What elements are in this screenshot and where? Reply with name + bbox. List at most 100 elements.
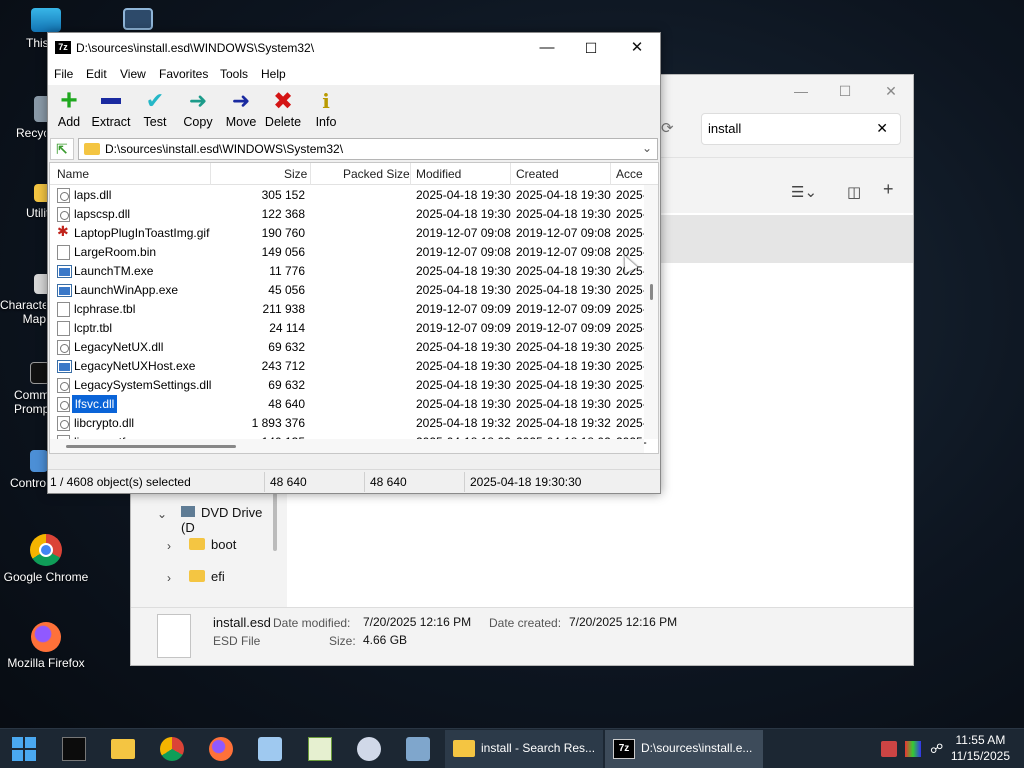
size-label: Size: — [329, 634, 356, 648]
7zip-logo-icon: 7z — [55, 41, 71, 54]
start-windows-icon[interactable] — [12, 737, 36, 761]
menu-view[interactable]: View — [120, 67, 146, 81]
copy-button[interactable]: ➜ Copy — [175, 87, 221, 129]
file-size: 48 640 — [268, 397, 305, 411]
file-row[interactable]: LargeRoom.bin 149 056 2019-12-07 09:08 2019… — [50, 243, 647, 262]
column-created[interactable]: Created — [516, 167, 559, 181]
close-button[interactable]: ✕ — [881, 81, 901, 101]
size-value: 4.66 GB — [363, 633, 408, 647]
file-row[interactable]: lfsvc.dll 48 640 2025-04-18 19:30 2025-04-1… — [50, 395, 647, 414]
tray-network-icon[interactable]: ☍ — [930, 741, 946, 757]
view-options-icon[interactable]: ☰⌄ — [791, 183, 817, 201]
clock[interactable]: 11:55 AM 11/15/2025 — [951, 732, 1010, 764]
expand-arrow-icon[interactable]: ⌄ — [157, 507, 167, 521]
search-input[interactable]: install ✕ — [701, 113, 901, 145]
7zip-window[interactable]: 7z D:\sources\install.esd\WINDOWS\System… — [47, 32, 661, 494]
up-folder-icon[interactable]: ⇱ — [50, 138, 74, 160]
file-size: 190 760 — [261, 226, 305, 240]
menu-edit[interactable]: Edit — [86, 67, 107, 81]
paint-icon[interactable] — [357, 737, 381, 761]
taskbar-app-7zip[interactable]: 7z D:\sources\install.e... — [605, 730, 763, 768]
file-row[interactable]: LegacySystemSettings.dll 69 632 2025-04-18… — [50, 376, 647, 395]
desktop-icon-label: Mozilla Firefox — [7, 656, 85, 670]
notebook-icon[interactable] — [258, 737, 282, 761]
info-button[interactable]: i Info — [303, 87, 349, 129]
menu-bar: File Edit View Favorites Tools Help — [48, 63, 660, 85]
minimize-button[interactable]: — — [532, 37, 562, 59]
file-modified: 2019-12-07 09:09 — [416, 302, 511, 316]
taskbar-app-explorer[interactable]: install - Search Res... — [445, 730, 603, 768]
file-created: 2019-12-07 09:09 — [516, 321, 611, 335]
refresh-icon[interactable]: ⟳ — [661, 119, 674, 137]
details-pane-icon[interactable]: ◫ — [847, 183, 861, 201]
collapse-arrow-icon[interactable]: › — [167, 539, 171, 553]
column-packed-size[interactable]: Packed Size — [343, 167, 410, 181]
spreadsheet-icon[interactable] — [308, 737, 332, 761]
folder-icon — [189, 538, 205, 550]
desktop-icon-firefox[interactable]: Mozilla Firefox — [0, 622, 92, 670]
chrome-icon[interactable] — [160, 737, 184, 761]
tray-app-icon[interactable] — [881, 741, 897, 757]
file-created: 2025-04-18 19:30 — [516, 264, 611, 278]
clear-search-icon[interactable]: ✕ — [876, 120, 888, 137]
nav-item-dvd-drive[interactable]: DVD Drive (D — [181, 505, 271, 535]
move-button[interactable]: ➜ Move — [218, 87, 264, 129]
file-row[interactable]: libcrypto.dll 1 893 376 2025-04-18 19:32 20… — [50, 414, 647, 433]
collapse-arrow-icon[interactable]: › — [167, 571, 171, 585]
file-size: 122 368 — [261, 207, 305, 221]
nav-item-boot[interactable]: boot — [189, 537, 236, 552]
file-row[interactable]: lapscsp.dll 122 368 2025-04-18 19:30 2025-0… — [50, 205, 647, 224]
new-icon[interactable]: + — [883, 179, 894, 200]
vertical-scrollbar[interactable] — [644, 185, 658, 439]
file-list[interactable]: Name Size Packed Size Modified Created A… — [49, 162, 659, 454]
calculator-icon[interactable] — [406, 737, 430, 761]
navigation-pane[interactable]: ⌄ DVD Drive (D › boot › efi — [131, 493, 271, 611]
file-size: 69 632 — [268, 378, 305, 392]
menu-favorites[interactable]: Favorites — [159, 67, 208, 81]
close-button[interactable]: ✕ — [622, 37, 652, 59]
file-row[interactable]: LegacyNetUX.dll 69 632 2025-04-18 19:30 202… — [50, 338, 647, 357]
address-input[interactable]: D:\sources\install.esd\WINDOWS\System32\… — [78, 138, 658, 160]
file-row[interactable]: LegacyNetUXHost.exe 243 712 2025-04-18 19:… — [50, 357, 647, 376]
file-row[interactable]: lcphrase.tbl 211 938 2019-12-07 09:09 2019-… — [50, 300, 647, 319]
extract-button[interactable]: Extract — [88, 87, 134, 129]
menu-help[interactable]: Help — [261, 67, 286, 81]
terminal-icon[interactable] — [62, 737, 86, 761]
delete-button[interactable]: ✖ Delete — [260, 87, 306, 130]
file-created: 2025-04-18 19:30 — [516, 340, 611, 354]
file-row[interactable]: ✱ LaptopPlugInToastImg.gif 190 760 2019-12-… — [50, 224, 647, 243]
menu-file[interactable]: File — [54, 67, 73, 81]
scroll-thumb[interactable] — [66, 445, 236, 448]
dll-file-icon — [57, 188, 70, 203]
add-button[interactable]: + Add — [46, 86, 92, 130]
monitor-icon — [31, 8, 61, 32]
column-size[interactable]: Size — [284, 167, 307, 181]
desktop-icon-chrome[interactable]: Google Chrome — [0, 534, 92, 584]
scroll-thumb[interactable] — [650, 284, 653, 300]
nav-item-efi[interactable]: efi — [189, 569, 225, 584]
file-row[interactable]: laps.dll 305 152 2025-04-18 19:30 2025-04-1… — [50, 186, 647, 205]
column-accessed[interactable]: Acce — [616, 167, 643, 181]
test-button[interactable]: ✔ Test — [132, 87, 178, 129]
maximize-button[interactable]: ☐ — [835, 81, 855, 101]
chevron-down-icon[interactable]: ⌄ — [642, 141, 652, 155]
file-modified: 2025-04-18 19:30 — [416, 207, 511, 221]
desktop-icon-network[interactable] — [92, 8, 184, 34]
column-modified[interactable]: Modified — [416, 167, 461, 181]
file-row[interactable]: lcptr.tbl 24 114 2019-12-07 09:09 2019-12-0… — [50, 319, 647, 338]
file-row[interactable]: LaunchTM.exe 11 776 2025-04-18 19:30 2025-0… — [50, 262, 647, 281]
nav-scrollbar[interactable] — [273, 493, 277, 551]
chrome-icon — [30, 534, 62, 566]
minimize-button[interactable]: — — [791, 81, 811, 101]
menu-tools[interactable]: Tools — [220, 67, 248, 81]
tray-display-icon[interactable] — [905, 741, 921, 757]
dvd-drive-icon — [181, 506, 195, 517]
file-row[interactable]: LaunchWinApp.exe 45 056 2025-04-18 19:30 20… — [50, 281, 647, 300]
column-name[interactable]: Name — [57, 167, 89, 181]
horizontal-scrollbar[interactable] — [50, 439, 644, 453]
firefox-icon[interactable] — [209, 737, 233, 761]
clock-time: 11:55 AM — [955, 733, 1006, 747]
maximize-button[interactable]: ☐ — [576, 37, 606, 59]
exe-file-icon — [57, 284, 72, 297]
file-explorer-icon[interactable] — [111, 739, 135, 759]
